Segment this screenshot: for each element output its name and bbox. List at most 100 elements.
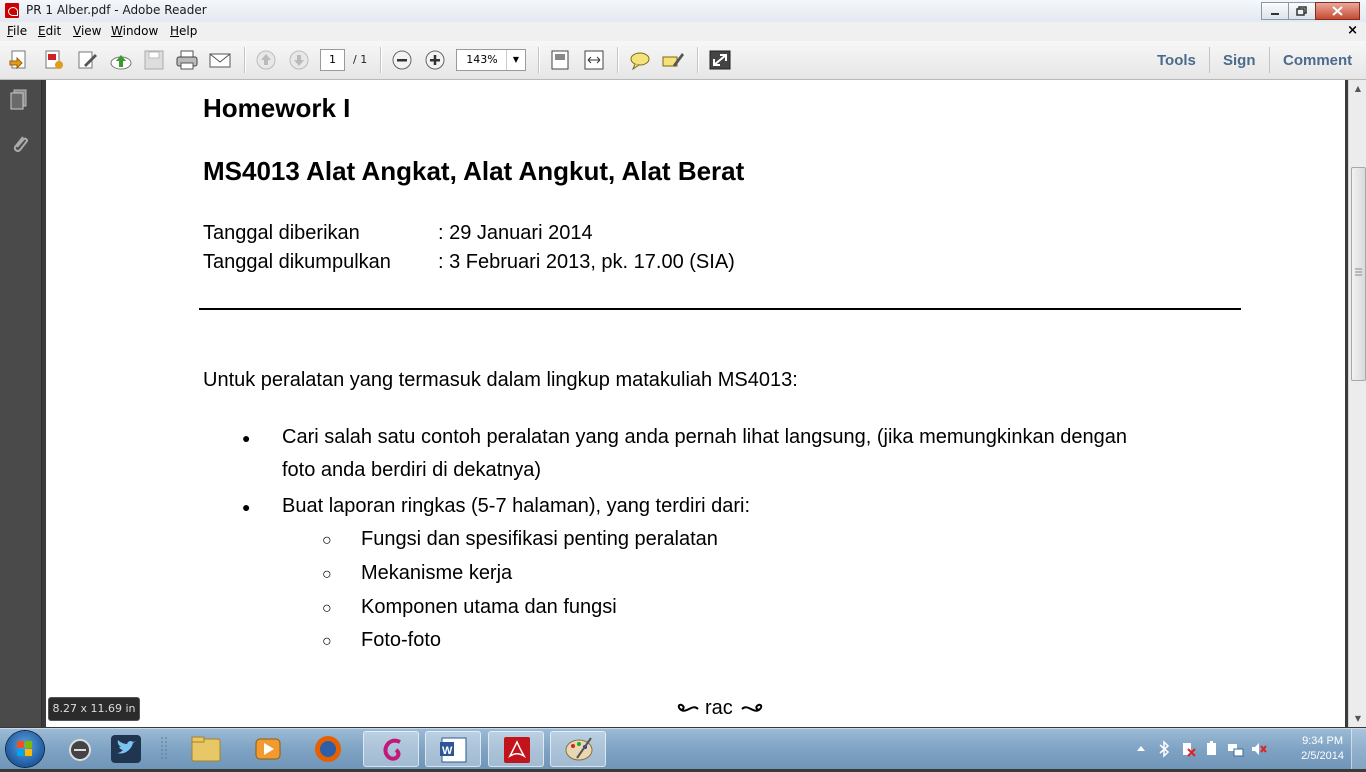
zoom-in-icon[interactable] xyxy=(423,49,447,71)
toolbar-separator xyxy=(244,47,246,73)
zoom-out-icon[interactable] xyxy=(390,49,414,71)
scroll-thumb[interactable] xyxy=(1351,167,1366,381)
menu-file[interactable]: File xyxy=(7,24,27,38)
start-button[interactable] xyxy=(6,731,44,767)
toolbar-separator xyxy=(1269,47,1270,73)
bullet-1-line-1: Cari salah satu contoh peralatan yang an… xyxy=(282,426,1128,448)
show-hidden-icons-icon[interactable] xyxy=(1136,743,1146,753)
tools-pane-link[interactable]: Tools xyxy=(1157,52,1196,69)
highlight-text-icon[interactable] xyxy=(661,49,685,71)
page-thumbnails-icon[interactable] xyxy=(8,88,32,112)
date-due-value: : 3 Februari 2013, pk. 17.00 (SIA) xyxy=(438,251,735,273)
navigation-pane xyxy=(0,80,42,727)
clock[interactable]: 9:34 PM 2/5/2014 xyxy=(1301,734,1344,764)
date-given-label: Tanggal diberikan xyxy=(203,222,360,244)
restore-button[interactable] xyxy=(1288,2,1316,20)
fit-width-icon[interactable] xyxy=(582,49,606,71)
page-size-indicator: 8.27 x 11.69 in xyxy=(48,697,140,721)
bullet-marker: ● xyxy=(242,499,251,515)
app-swirl-icon xyxy=(383,738,401,761)
fit-page-icon[interactable] xyxy=(548,49,572,71)
adobe-reader-icon xyxy=(5,3,19,18)
cyberlink-icon[interactable] xyxy=(67,738,93,762)
toolbar-separator xyxy=(538,47,540,73)
sub-item: Mekanisme kerja xyxy=(361,562,513,584)
window-controls xyxy=(1261,2,1360,20)
title-bar: PR 1 Alber.pdf - Adobe Reader xyxy=(0,0,1366,23)
scroll-up-icon[interactable]: ▲ xyxy=(1349,80,1366,97)
date-given-value: : 29 Januari 2014 xyxy=(438,222,593,244)
media-player-icon xyxy=(255,738,281,760)
intro-text: Untuk peralatan yang termasuk dalam ling… xyxy=(203,369,798,391)
taskbar: W 9:34 PM 2/5/2014 xyxy=(0,728,1366,769)
edit-pdf-icon[interactable] xyxy=(76,49,100,71)
zoom-select[interactable]: 143% ▼ xyxy=(456,49,526,71)
sub-item: Foto-foto xyxy=(361,629,442,651)
toolbar-separator xyxy=(617,47,619,73)
sub-bullet-marker: ○ xyxy=(322,633,332,650)
footer-mark: rac xyxy=(705,697,733,719)
close-button[interactable] xyxy=(1315,2,1360,20)
taskbar-word[interactable]: W xyxy=(425,731,481,767)
volume-muted-icon[interactable] xyxy=(1250,740,1268,758)
firefox-icon xyxy=(315,736,341,762)
folder-icon xyxy=(191,736,221,762)
homework-title: Homework I xyxy=(203,93,351,123)
bullet-marker: ● xyxy=(242,430,251,446)
clock-time: 9:34 PM xyxy=(1302,735,1344,747)
page-total: / 1 xyxy=(353,53,368,66)
bullet-1-line-2: foto anda berdiri di dekatnya) xyxy=(282,459,542,481)
print-icon[interactable] xyxy=(175,49,199,71)
taskbar-app[interactable] xyxy=(363,731,419,767)
paint-icon xyxy=(565,737,593,761)
bullet-2: Buat laporan ringkas (5-7 halaman), yang… xyxy=(282,495,751,517)
toolbar-separator xyxy=(380,47,382,73)
minimize-button[interactable] xyxy=(1261,2,1289,20)
save-icon[interactable] xyxy=(142,49,166,71)
next-page-icon[interactable] xyxy=(287,49,311,71)
upload-cloud-icon[interactable] xyxy=(109,49,133,71)
taskbar-paint[interactable] xyxy=(550,731,606,767)
comment-pane-link[interactable]: Comment xyxy=(1283,52,1352,69)
taskbar-firefox[interactable] xyxy=(300,731,356,767)
create-pdf-icon[interactable] xyxy=(8,49,32,71)
adobe-reader-icon xyxy=(504,737,530,763)
device-icon[interactable] xyxy=(1204,740,1220,758)
menu-bar: File Edit View Window Help × xyxy=(0,22,1366,41)
vertical-scrollbar[interactable]: ▲ ▼ xyxy=(1348,80,1366,727)
toolbar-separator xyxy=(697,47,699,73)
bluetooth-icon[interactable] xyxy=(1158,740,1170,758)
taskbar-adobe-reader[interactable] xyxy=(488,731,544,767)
sticky-note-icon[interactable] xyxy=(628,49,652,71)
convert-pdf-icon[interactable] xyxy=(42,49,66,71)
system-tray: 9:34 PM 2/5/2014 xyxy=(1126,729,1366,769)
twitter-icon[interactable] xyxy=(111,735,141,763)
menu-help[interactable]: Help xyxy=(170,24,197,38)
ornament-right-icon xyxy=(741,703,763,712)
page-number-input[interactable]: 1 xyxy=(320,49,345,71)
attachments-icon[interactable] xyxy=(8,132,32,156)
chevron-down-icon[interactable]: ▼ xyxy=(506,50,525,70)
action-center-icon[interactable] xyxy=(1180,740,1196,758)
network-icon[interactable] xyxy=(1226,740,1244,758)
window-title: PR 1 Alber.pdf - Adobe Reader xyxy=(26,3,207,17)
menu-view[interactable]: View xyxy=(73,24,101,38)
sub-bullet-marker: ○ xyxy=(322,566,332,583)
menu-window[interactable]: Window xyxy=(111,24,158,38)
sign-pane-link[interactable]: Sign xyxy=(1223,52,1256,69)
toolbar-separator xyxy=(1209,47,1210,73)
full-screen-icon[interactable] xyxy=(708,49,732,71)
show-desktop-button[interactable] xyxy=(1351,729,1366,769)
taskbar-explorer[interactable] xyxy=(178,731,234,767)
taskbar-media-player[interactable] xyxy=(240,731,296,767)
close-document-icon[interactable]: × xyxy=(1347,23,1358,38)
previous-page-icon[interactable] xyxy=(254,49,278,71)
document-view[interactable]: Homework I MS4013 Alat Angkat, Alat Angk… xyxy=(42,80,1348,727)
toolbar: 1 / 1 143% ▼ Tools Sign Comment xyxy=(0,41,1366,80)
scroll-down-icon[interactable]: ▼ xyxy=(1349,710,1366,727)
taskbar-grip-icon xyxy=(161,737,167,761)
menu-edit[interactable]: Edit xyxy=(38,24,61,38)
word-icon: W xyxy=(440,737,467,763)
sub-item: Komponen utama dan fungsi xyxy=(361,596,617,618)
email-icon[interactable] xyxy=(208,49,232,71)
